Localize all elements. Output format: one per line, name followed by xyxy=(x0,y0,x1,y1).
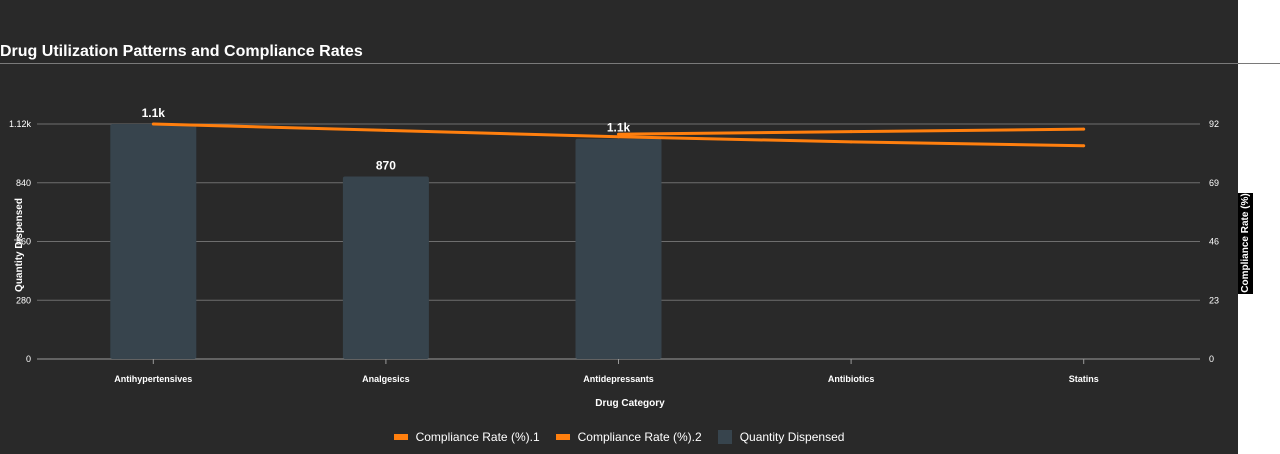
legend-item[interactable]: Compliance Rate (%).2 xyxy=(555,430,702,444)
line-point xyxy=(151,122,155,126)
y-tick-label: 0 xyxy=(26,354,31,364)
line-point xyxy=(384,128,388,132)
bar-antihypertensives xyxy=(110,124,197,359)
x-axis-title: Drug Category xyxy=(595,398,665,409)
y-tick-label: 1.12k xyxy=(9,119,32,129)
combo-chart: 0 0280 23560 46840 691.12k 92Antihypertensive… xyxy=(9,106,1253,409)
legend-swatch xyxy=(717,430,732,444)
bar-data-label: 1.1k xyxy=(607,121,631,135)
bar-analgesics xyxy=(342,176,429,359)
y2-tick-label: 69 xyxy=(1209,178,1219,188)
x-tick-label: Antibiotics xyxy=(828,374,875,384)
y-tick-label: 840 xyxy=(16,178,31,188)
x-tick-label: Analgesics xyxy=(362,374,410,384)
line-point xyxy=(1082,127,1086,131)
x-tick-label: Antihypertensives xyxy=(114,374,192,384)
legend-label: Compliance Rate (%).2 xyxy=(577,430,702,444)
line-point xyxy=(849,130,853,134)
x-tick-label: Antidepressants xyxy=(583,374,654,384)
legend-swatch xyxy=(393,434,408,440)
y-tick-label: 280 xyxy=(16,295,31,305)
line-point xyxy=(617,135,620,139)
y2-tick-label: 92 xyxy=(1209,119,1219,129)
bar-antidepressants xyxy=(575,138,662,359)
x-tick-label: Statins xyxy=(1069,374,1099,384)
legend-item[interactable]: Quantity Dispensed xyxy=(717,430,845,444)
y2-tick-label: 0 xyxy=(1209,354,1214,364)
legend: Compliance Rate (%).1 Compliance Rate (%)… xyxy=(0,430,1238,444)
line-point xyxy=(849,140,853,144)
y-axis-title: Quantity Dispensed xyxy=(14,198,25,292)
line-point xyxy=(1082,144,1086,148)
legend-label: Compliance Rate (%).1 xyxy=(415,430,540,444)
y2-axis-title: Compliance Rate (%) xyxy=(1240,193,1251,292)
y2-tick-label: 46 xyxy=(1209,237,1219,247)
legend-swatch xyxy=(555,434,570,440)
y2-axis-title-group: Compliance Rate (%) xyxy=(1238,193,1253,294)
bar-data-label: 1.1k xyxy=(142,106,166,120)
bar-data-label: 870 xyxy=(376,158,396,172)
legend-item[interactable]: Compliance Rate (%).1 xyxy=(393,430,540,444)
legend-label: Quantity Dispensed xyxy=(739,430,845,444)
y2-tick-label: 23 xyxy=(1209,295,1219,305)
